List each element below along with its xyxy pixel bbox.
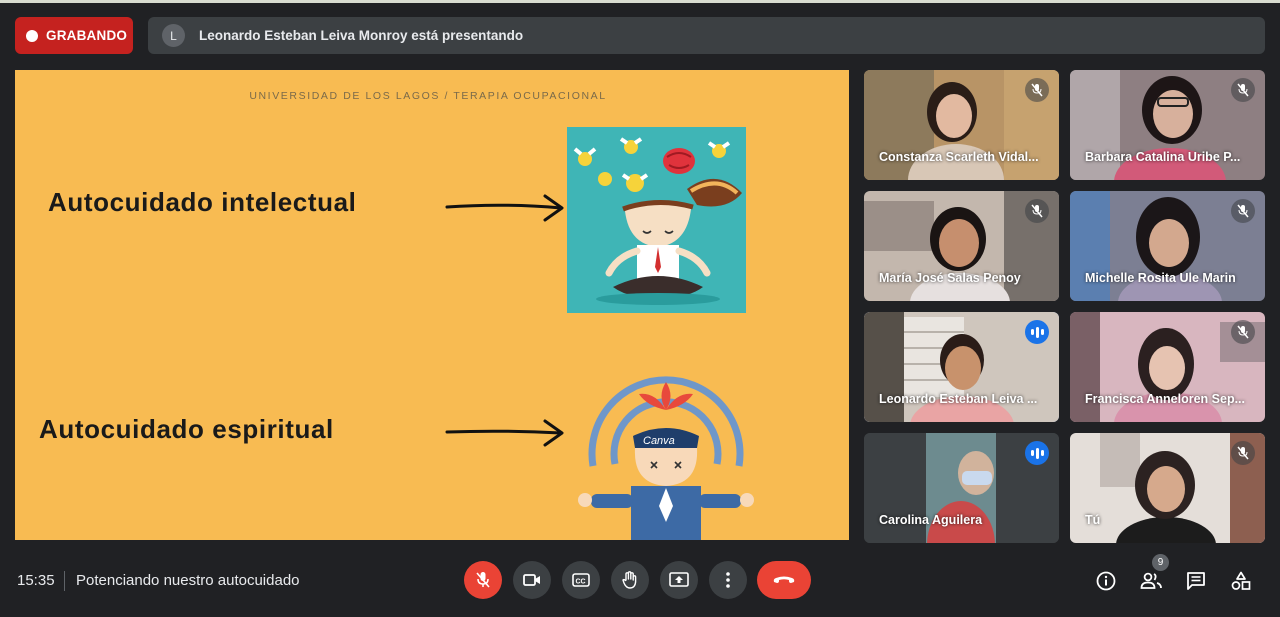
- recording-label: GRABANDO: [46, 28, 128, 43]
- participant-name: Francisca Anneloren Sep...: [1085, 392, 1246, 406]
- participant-name: Leonardo Esteban Leiva ...: [879, 392, 1038, 406]
- raise-hand-button[interactable]: [611, 561, 649, 599]
- divider: [64, 571, 65, 591]
- window-top-border: [0, 0, 1280, 3]
- speaking-indicator-icon: [1025, 320, 1049, 344]
- more-options-button[interactable]: [709, 561, 747, 599]
- participant-name: Carolina Aguilera: [879, 513, 983, 527]
- brain-icon: [663, 148, 695, 174]
- people-button[interactable]: [1139, 569, 1163, 593]
- info-icon: [1096, 571, 1116, 591]
- arrow-icon: [445, 419, 564, 447]
- more-options-icon: [726, 572, 730, 588]
- clock-time: 15:35: [17, 572, 55, 589]
- bottom-control-bar: 15:35 Potenciando nuestro autocuidado CC…: [0, 548, 1280, 617]
- chat-icon: [1187, 572, 1205, 590]
- participant-tile[interactable]: María José Salas Penoy: [864, 191, 1059, 301]
- activities-button[interactable]: [1229, 569, 1253, 593]
- participant-tile-active-speaker[interactable]: Leonardo Esteban Leiva ...: [864, 312, 1059, 422]
- presenting-banner: L Leonardo Esteban Leiva Monroy está pre…: [148, 17, 1265, 54]
- participant-tile[interactable]: Michelle Rosita Ule Marin: [1070, 191, 1265, 301]
- people-icon: [1140, 572, 1162, 589]
- leave-call-button[interactable]: [757, 561, 811, 599]
- mic-muted-icon: [1231, 78, 1255, 102]
- mic-muted-icon: [1025, 199, 1049, 223]
- present-icon: [669, 572, 689, 587]
- mic-off-icon: [476, 572, 490, 588]
- participant-tile[interactable]: Constanza Scarleth Vidal...: [864, 70, 1059, 180]
- slide-header: UNIVERSIDAD DE LOS LAGOS / TERAPIA OCUPA…: [15, 90, 849, 102]
- recording-dot-icon: [26, 29, 38, 42]
- captions-icon: CC: [572, 573, 590, 587]
- activities-icon: [1231, 571, 1251, 590]
- participant-tile[interactable]: Carolina Aguilera: [864, 433, 1059, 543]
- participant-name: Michelle Rosita Ule Marin: [1085, 271, 1236, 285]
- concept-intellectual: Autocuidado intelectual: [48, 187, 357, 217]
- mic-toggle-button[interactable]: [464, 561, 502, 599]
- chat-button[interactable]: [1184, 569, 1208, 593]
- participant-tile[interactable]: Barbara Catalina Uribe P...: [1070, 70, 1265, 180]
- participant-name: Tú: [1085, 513, 1101, 527]
- mic-muted-icon: [1025, 78, 1049, 102]
- camera-icon: [523, 574, 540, 586]
- participant-count-badge: 9: [1152, 554, 1169, 571]
- participant-name: Barbara Catalina Uribe P...: [1085, 150, 1241, 164]
- present-screen-button[interactable]: [660, 561, 698, 599]
- mic-muted-icon: [1231, 441, 1255, 465]
- recording-badge[interactable]: GRABANDO: [15, 17, 133, 54]
- arrow-icon: [445, 194, 564, 222]
- meditation-spirit-illustration: Canva: [578, 376, 754, 540]
- camera-toggle-button[interactable]: [513, 561, 551, 599]
- presenter-avatar: L: [162, 24, 185, 47]
- presentation-slide: UNIVERSIDAD DE LOS LAGOS / TERAPIA OCUPA…: [15, 70, 849, 540]
- participant-name: Constanza Scarleth Vidal...: [879, 150, 1039, 164]
- mic-muted-icon: [1231, 320, 1255, 344]
- slide-header-text: UNIVERSIDAD DE LOS LAGOS / TERAPIA OCUPA…: [249, 90, 607, 102]
- svg-text:CC: CC: [576, 579, 586, 586]
- speaking-indicator-icon: [1025, 441, 1049, 465]
- participant-name: María José Salas Penoy: [879, 271, 1021, 285]
- mic-muted-icon: [1231, 199, 1255, 223]
- meditation-brain-illustration: [567, 127, 746, 313]
- meeting-title: Potenciando nuestro autocuidado: [76, 572, 300, 589]
- raise-hand-icon: [622, 571, 637, 589]
- canva-logo-text: Canva: [643, 435, 675, 447]
- captions-button[interactable]: CC: [562, 561, 600, 599]
- hangup-icon: [773, 576, 795, 583]
- participant-tile-self[interactable]: Tú: [1070, 433, 1265, 543]
- presenting-text: Leonardo Esteban Leiva Monroy está prese…: [199, 28, 524, 43]
- concept-spiritual: Autocuidado espiritual: [39, 414, 334, 444]
- meeting-details-button[interactable]: [1094, 569, 1118, 593]
- participant-tile[interactable]: Francisca Anneloren Sep...: [1070, 312, 1265, 422]
